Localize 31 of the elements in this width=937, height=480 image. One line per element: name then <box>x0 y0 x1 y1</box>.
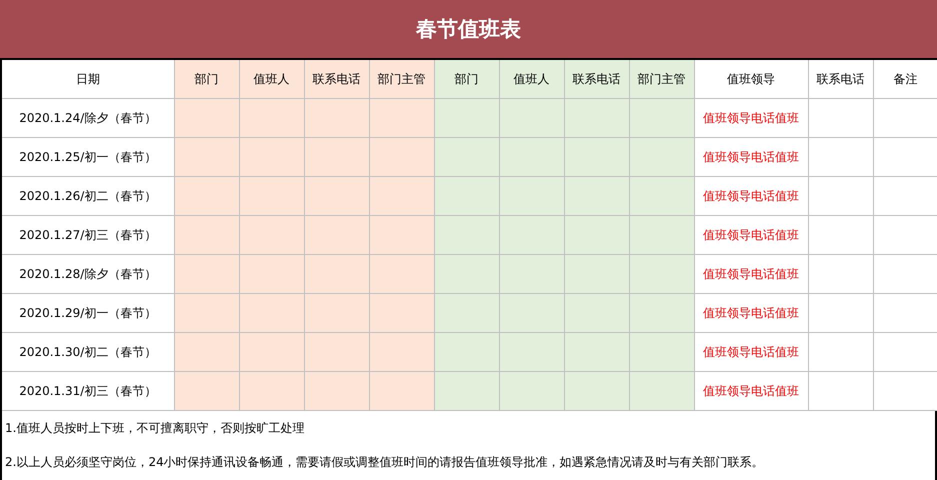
leader-cell: 值班领导电话值班 <box>694 294 808 332</box>
column-header: 值班领导 <box>694 60 808 98</box>
leader-cell: 值班领导电话值班 <box>694 98 808 138</box>
date-cell: 2020.1.24/除夕（春节） <box>2 98 174 138</box>
leader-cell: 值班领导电话值班 <box>694 372 808 410</box>
sheet-title: 春节值班表 <box>0 0 937 60</box>
leader-cell: 值班领导电话值班 <box>694 216 808 254</box>
column-header: 部门 <box>434 60 499 98</box>
date-cell: 2020.1.28/除夕（春节） <box>2 254 174 294</box>
date-cell: 2020.1.29/初一（春节） <box>2 294 174 332</box>
column-header: 部门主管 <box>369 60 434 98</box>
leader-cell: 值班领导电话值班 <box>694 332 808 372</box>
column-header: 部门主管 <box>629 60 694 98</box>
date-cell: 2020.1.25/初一（春节） <box>2 138 174 176</box>
note-text: 1.值班人员按时上下班，不可擅离职守，否则按旷工处理 <box>4 420 306 436</box>
column-header: 值班人 <box>499 60 564 98</box>
leader-cell: 值班领导电话值班 <box>694 254 808 294</box>
note-text: 2.以上人员必须坚守岗位，24小时保持通讯设备畅通，需要请假或调整值班时间的请报告值班领导批准，如遇紧急情况请及时与有关部门联系。 <box>4 454 765 470</box>
date-cell: 2020.1.27/初三（春节） <box>2 216 174 254</box>
column-header: 备注 <box>873 60 937 98</box>
column-header: 部门 <box>174 60 239 98</box>
leader-cell: 值班领导电话值班 <box>694 138 808 176</box>
column-header: 值班人 <box>239 60 304 98</box>
column-header: 联系电话 <box>808 60 873 98</box>
column-header: 日期 <box>2 60 174 98</box>
date-cell: 2020.1.30/初二（春节） <box>2 332 174 372</box>
leader-cell: 值班领导电话值班 <box>694 176 808 216</box>
column-header: 联系电话 <box>564 60 629 98</box>
date-cell: 2020.1.26/初二（春节） <box>2 176 174 216</box>
column-header: 联系电话 <box>304 60 369 98</box>
date-cell: 2020.1.31/初三（春节） <box>2 372 174 410</box>
